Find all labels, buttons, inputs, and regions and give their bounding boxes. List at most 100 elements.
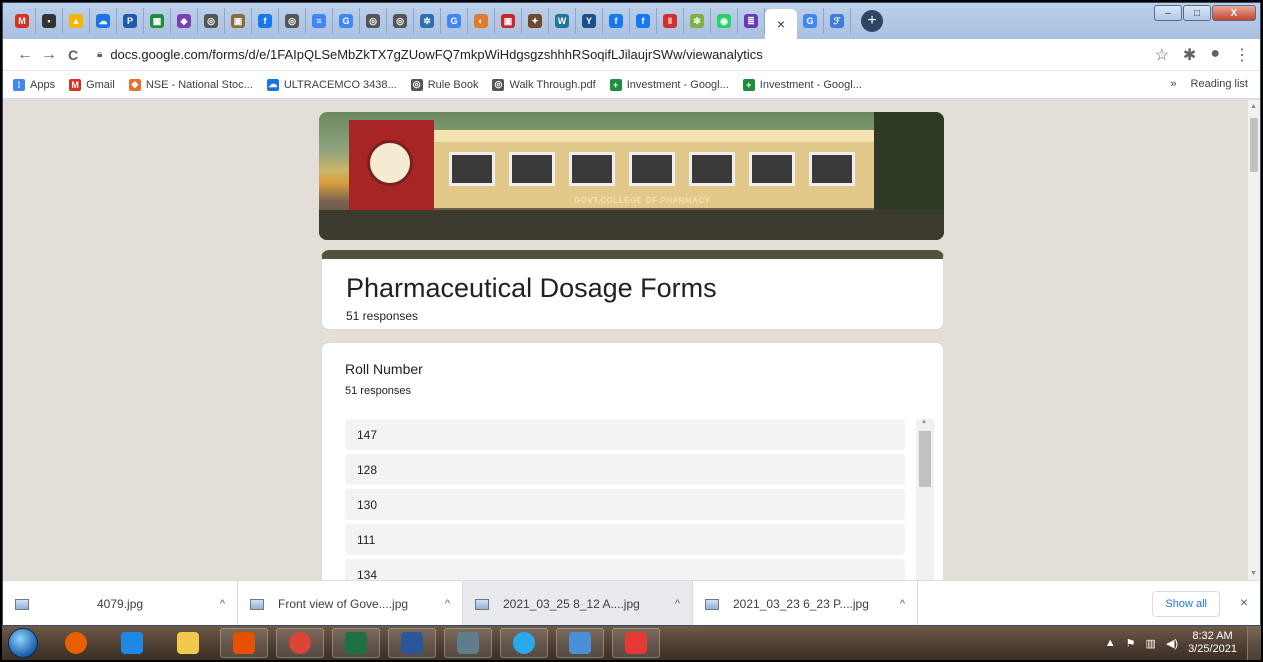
reading-list-button[interactable]: Reading list [1191, 78, 1248, 90]
browser-tab[interactable]: ‖ [657, 8, 684, 34]
bookmark-walk-through[interactable]: ◎ Walk Through.pdf [492, 78, 596, 91]
chevron-up-icon[interactable]: ^ [445, 598, 450, 610]
browser-tab[interactable]: P [117, 8, 144, 34]
bookmark-investment-2[interactable]: + Investment - Googl... [742, 78, 862, 91]
browser-tab[interactable]: G [333, 8, 360, 34]
bookmark-apps[interactable]: ⁞ Apps [13, 78, 55, 91]
download-filename: Front view of Gove....jpg [278, 597, 409, 611]
browser-tab[interactable]: Y [576, 8, 603, 34]
close-downloads-icon[interactable]: × [1240, 594, 1248, 610]
network-icon[interactable]: ▥ [1146, 637, 1156, 650]
show-desktop-button[interactable] [1247, 626, 1261, 660]
start-button[interactable] [8, 628, 38, 658]
excel-icon [345, 632, 367, 654]
bookmark-ultracemco[interactable]: ☁ ULTRACEMCO 3438... [266, 78, 397, 91]
taskbar-app[interactable] [444, 628, 492, 658]
browser-tab[interactable]: ▣ [495, 8, 522, 34]
more-bookmarks-icon[interactable]: » [1170, 78, 1176, 90]
browser-tab[interactable]: ▲ [63, 8, 90, 34]
bookmark-label: Rule Book [427, 78, 479, 91]
bookmark-rule-book[interactable]: ◎ Rule Book [410, 78, 479, 91]
url-input[interactable]: docs.google.com/forms/d/e/1FAIpQLSeMbZkT… [110, 47, 762, 62]
bookmark-nse[interactable]: ◆ NSE - National Stoc... [128, 78, 253, 91]
download-item[interactable]: 4079.jpg ^ [3, 580, 238, 625]
scroll-down-icon[interactable]: ▼ [1250, 570, 1257, 577]
taskbar-app[interactable] [500, 628, 548, 658]
browser-tab[interactable]: ✼ [684, 8, 711, 34]
volume-icon[interactable]: ◀) [1166, 637, 1178, 650]
bookmark-label: ULTRACEMCO 3438... [283, 78, 397, 91]
pause-icon: ‖ [663, 14, 677, 28]
download-item[interactable]: Front view of Gove....jpg ^ [238, 580, 463, 625]
scroll-up-icon[interactable]: ▲ [1250, 103, 1257, 110]
calculator-icon [457, 632, 479, 654]
star-icon[interactable]: ☆ [1155, 45, 1169, 65]
browser-tab[interactable]: ◐ [468, 8, 495, 34]
extensions-icon[interactable]: ✱ [1183, 45, 1196, 65]
browser-tab[interactable]: ☁ [90, 8, 117, 34]
taskbar-app[interactable] [332, 628, 380, 658]
browser-tab[interactable]: ◉ [711, 8, 738, 34]
browser-tab[interactable]: ◎ [279, 8, 306, 34]
taskbar-app[interactable] [556, 628, 604, 658]
browser-tab[interactable]: f [630, 8, 657, 34]
response-list-scrollbar[interactable]: ▲ [916, 419, 934, 580]
browser-tab[interactable]: ◎ [387, 8, 414, 34]
browser-tab[interactable]: ✲ [414, 8, 441, 34]
browser-tab[interactable]: ◎ [198, 8, 225, 34]
browser-tab[interactable]: f [603, 8, 630, 34]
active-tab[interactable]: × [765, 9, 797, 39]
browser-tab[interactable]: W [549, 8, 576, 34]
browser-tab[interactable]: f [252, 8, 279, 34]
response-list[interactable]: 147 128 130 111 134 [345, 419, 905, 580]
scroll-up-icon[interactable]: ▲ [921, 419, 927, 425]
browser-tab[interactable]: ▦ [144, 8, 171, 34]
browser-tab[interactable]: ≣ [738, 8, 765, 34]
new-tab-button[interactable]: + [861, 10, 883, 32]
taskbar-app[interactable] [612, 628, 660, 658]
close-window-button[interactable]: X [1212, 5, 1256, 21]
browser-tab[interactable]: M [9, 8, 36, 34]
chevron-up-icon[interactable]: ^ [900, 598, 905, 610]
download-item[interactable]: 2021_03_23 6_23 P....jpg ^ [693, 580, 918, 625]
close-tab-icon[interactable]: × [777, 16, 785, 32]
show-all-button[interactable]: Show all [1152, 591, 1220, 617]
browser-tab[interactable]: ✦ [522, 8, 549, 34]
scroll-thumb[interactable] [919, 431, 931, 487]
taskbar-app[interactable] [220, 628, 268, 658]
download-item[interactable]: 2021_03_25 8_12 A....jpg ^ [463, 580, 693, 625]
browser-tab[interactable]: ≡ [306, 8, 333, 34]
lock-icon[interactable]: 🔒︎ [97, 49, 102, 60]
browser-tab[interactable]: ◎ [360, 8, 387, 34]
taskbar-app[interactable] [108, 628, 156, 658]
maximize-button[interactable]: □ [1183, 5, 1211, 21]
browser-tab[interactable]: ▣ [225, 8, 252, 34]
browser-tab[interactable]: G [797, 8, 824, 34]
menu-icon[interactable]: ⋮ [1234, 45, 1250, 65]
bookmark-investment-1[interactable]: + Investment - Googl... [609, 78, 729, 91]
minimize-button[interactable]: – [1154, 5, 1182, 21]
taskbar-app[interactable] [164, 628, 212, 658]
browser-tab[interactable]: ℱ [824, 8, 851, 34]
reload-button[interactable]: C [61, 47, 85, 63]
tray-arrow-icon[interactable]: ▲ [1105, 637, 1116, 649]
globe-icon: ◎ [285, 14, 299, 28]
back-button[interactable]: ← [13, 46, 37, 64]
bookmark-gmail[interactable]: M Gmail [69, 78, 115, 91]
forward-button[interactable]: → [37, 46, 61, 64]
taskbar-app[interactable] [52, 628, 100, 658]
investment-2-icon: + [742, 78, 755, 91]
taskbar-app[interactable] [276, 628, 324, 658]
browser-tab[interactable]: ◆ [171, 8, 198, 34]
chevron-up-icon[interactable]: ^ [220, 598, 225, 610]
page-scrollbar[interactable]: ▲ ▼ [1248, 100, 1260, 580]
taskbar-app[interactable] [388, 628, 436, 658]
browser-tab[interactable]: ▪ [36, 8, 63, 34]
clock[interactable]: 8:32 AM 3/25/2021 [1188, 630, 1237, 656]
flag-icon[interactable]: ⚑ [1126, 637, 1136, 650]
profile-icon[interactable]: ● [1210, 45, 1220, 65]
chevron-up-icon[interactable]: ^ [675, 598, 680, 610]
circle-icon: ✼ [690, 14, 704, 28]
page-scroll-thumb[interactable] [1250, 118, 1258, 172]
browser-tab[interactable]: G [441, 8, 468, 34]
